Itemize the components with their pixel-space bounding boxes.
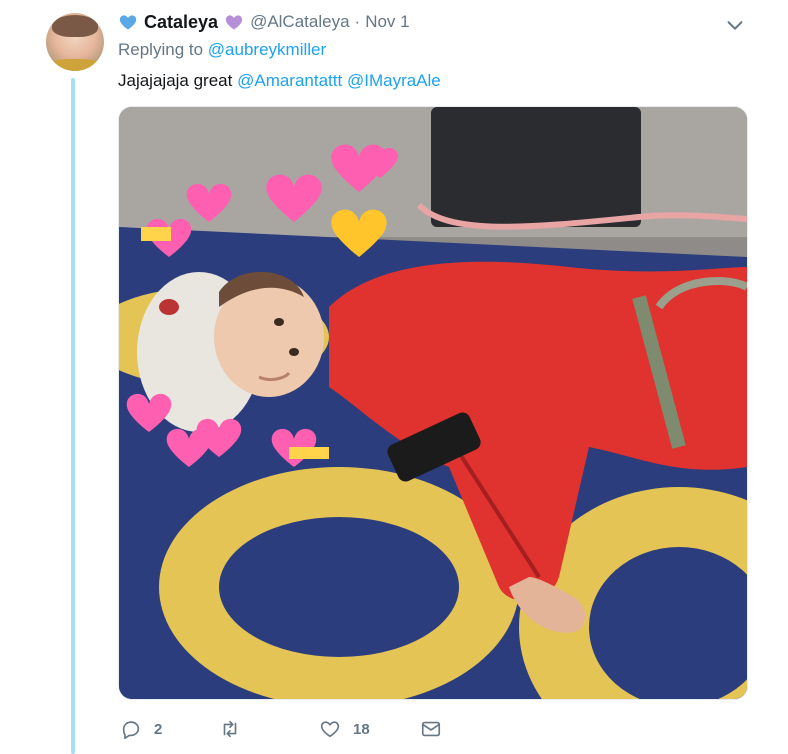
tweet-actions: 2 18	[118, 715, 548, 743]
heart-icon	[320, 721, 340, 738]
like-count: 18	[353, 720, 370, 738]
reply-count: 2	[154, 720, 163, 738]
mention-link[interactable]: @IMayraAle	[347, 71, 441, 90]
retweet-icon	[223, 720, 237, 738]
tweet-text: Jajajajaja great @Amarantattt @IMayraAle	[118, 71, 441, 91]
reply-button[interactable]: 2	[120, 715, 162, 743]
tweet-text-body: Jajajajaja great	[118, 71, 233, 90]
retweet-button[interactable]	[219, 715, 253, 743]
replying-to-user-link[interactable]: @aubreykmiller	[208, 40, 326, 59]
purple-heart-icon	[225, 15, 243, 30]
user-handle[interactable]: @AlCataleya	[250, 12, 349, 32]
like-button[interactable]: 18	[319, 715, 370, 743]
chevron-down-icon[interactable]	[724, 14, 746, 36]
envelope-icon	[421, 721, 441, 737]
separator-dot: ·	[354, 12, 361, 31]
avatar[interactable]	[46, 13, 104, 71]
avatar-shirt	[46, 59, 104, 71]
reply-icon	[122, 721, 140, 739]
replying-to-prefix: Replying to	[118, 40, 204, 59]
tweet-header: Cataleya @AlCataleya · Nov 1	[118, 10, 410, 34]
photo-illustration	[119, 107, 747, 699]
blue-heart-icon	[119, 15, 137, 30]
message-button[interactable]	[420, 715, 442, 743]
tweet-date[interactable]: Nov 1	[365, 12, 409, 32]
thread-line	[71, 78, 75, 754]
mention-link[interactable]: @Amarantattt	[237, 71, 342, 90]
replying-to: Replying to @aubreykmiller	[118, 40, 326, 60]
avatar-hair	[52, 15, 98, 37]
tweet-photo[interactable]	[118, 106, 748, 700]
display-name[interactable]: Cataleya	[144, 12, 218, 33]
